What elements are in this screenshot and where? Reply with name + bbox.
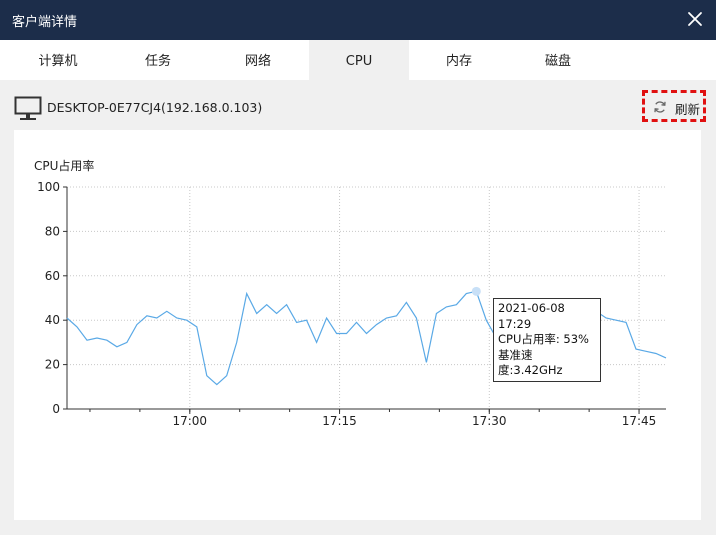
y-tick-label: 60	[45, 269, 60, 283]
tooltip-speed: 基准速度:3.42GHz	[498, 347, 563, 378]
cpu-usage-chart: CPU占用率 0 20 40 60 80 100 17:00 17:15 17:30 17:45	[34, 158, 667, 428]
chart-tooltip: 2021-06-08 17:29 CPU占用率: 53% 基准速度:3.42GH…	[493, 298, 601, 382]
x-tick-label: 17:30	[472, 414, 507, 428]
tooltip-usage: CPU占用率: 53%	[498, 332, 589, 346]
y-tick-label: 20	[45, 358, 60, 372]
y-tick-label: 40	[45, 313, 60, 327]
tooltip-time: 2021-06-08 17:29	[498, 301, 565, 331]
y-tick-label: 0	[52, 402, 60, 416]
x-tick-label: 17:00	[172, 414, 207, 428]
x-tick-label: 17:15	[322, 414, 357, 428]
y-tick-label: 80	[45, 224, 60, 238]
y-tick-label: 100	[37, 180, 60, 194]
highlighted-data-point	[471, 286, 481, 296]
y-axis-label: CPU占用率	[34, 158, 94, 173]
x-tick-label: 17:45	[622, 414, 657, 428]
